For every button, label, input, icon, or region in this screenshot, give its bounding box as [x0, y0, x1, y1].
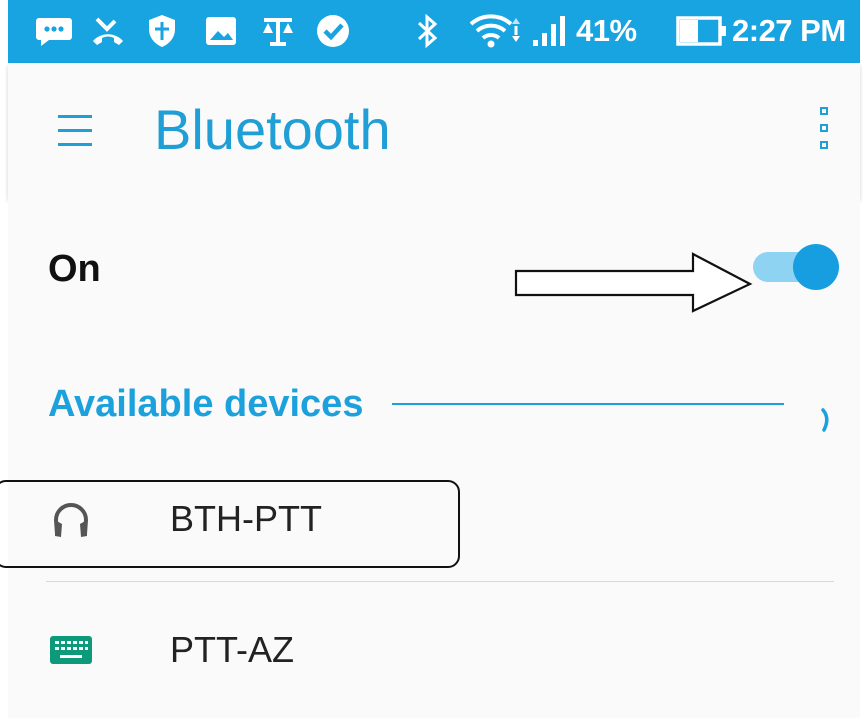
- annotation-arrow: [514, 252, 753, 313]
- annotation-highlight-box: [0, 480, 460, 568]
- bluetooth-settings-list: On Available devices BTH-PTT PTT-AZ: [0, 198, 860, 718]
- check-circle-icon: [314, 14, 352, 48]
- bluetooth-toggle[interactable]: [753, 242, 843, 292]
- status-time: 2:27 PM: [732, 13, 846, 48]
- overflow-menu-icon[interactable]: [818, 107, 832, 157]
- app-bar: Bluetooth: [8, 63, 860, 198]
- toggle-thumb: [793, 244, 839, 290]
- keyboard-icon: [48, 627, 94, 673]
- scanning-spinner-icon: [821, 408, 829, 432]
- bluetooth-state-label: On: [48, 248, 101, 290]
- shield-icon: [144, 14, 180, 48]
- list-divider: [46, 581, 834, 582]
- image-icon: [203, 14, 239, 48]
- scales-icon: [258, 14, 298, 48]
- battery-percent: 41%: [576, 13, 637, 48]
- wifi-icon: [468, 14, 522, 48]
- device-row-ptt-az[interactable]: PTT-AZ: [8, 605, 860, 695]
- messages-icon: [34, 14, 74, 48]
- device-name: PTT-AZ: [170, 629, 294, 670]
- available-devices-heading: Available devices: [48, 383, 364, 425]
- status-bar: 41% 2:27 PM: [8, 0, 860, 63]
- signal-icon: [530, 14, 570, 48]
- hamburger-menu-icon[interactable]: [55, 115, 95, 147]
- missed-call-icon: [90, 14, 126, 48]
- scan-progress-line: [392, 403, 784, 405]
- bluetooth-icon: [413, 14, 441, 48]
- battery-icon: [674, 14, 730, 48]
- page-title: Bluetooth: [154, 98, 391, 161]
